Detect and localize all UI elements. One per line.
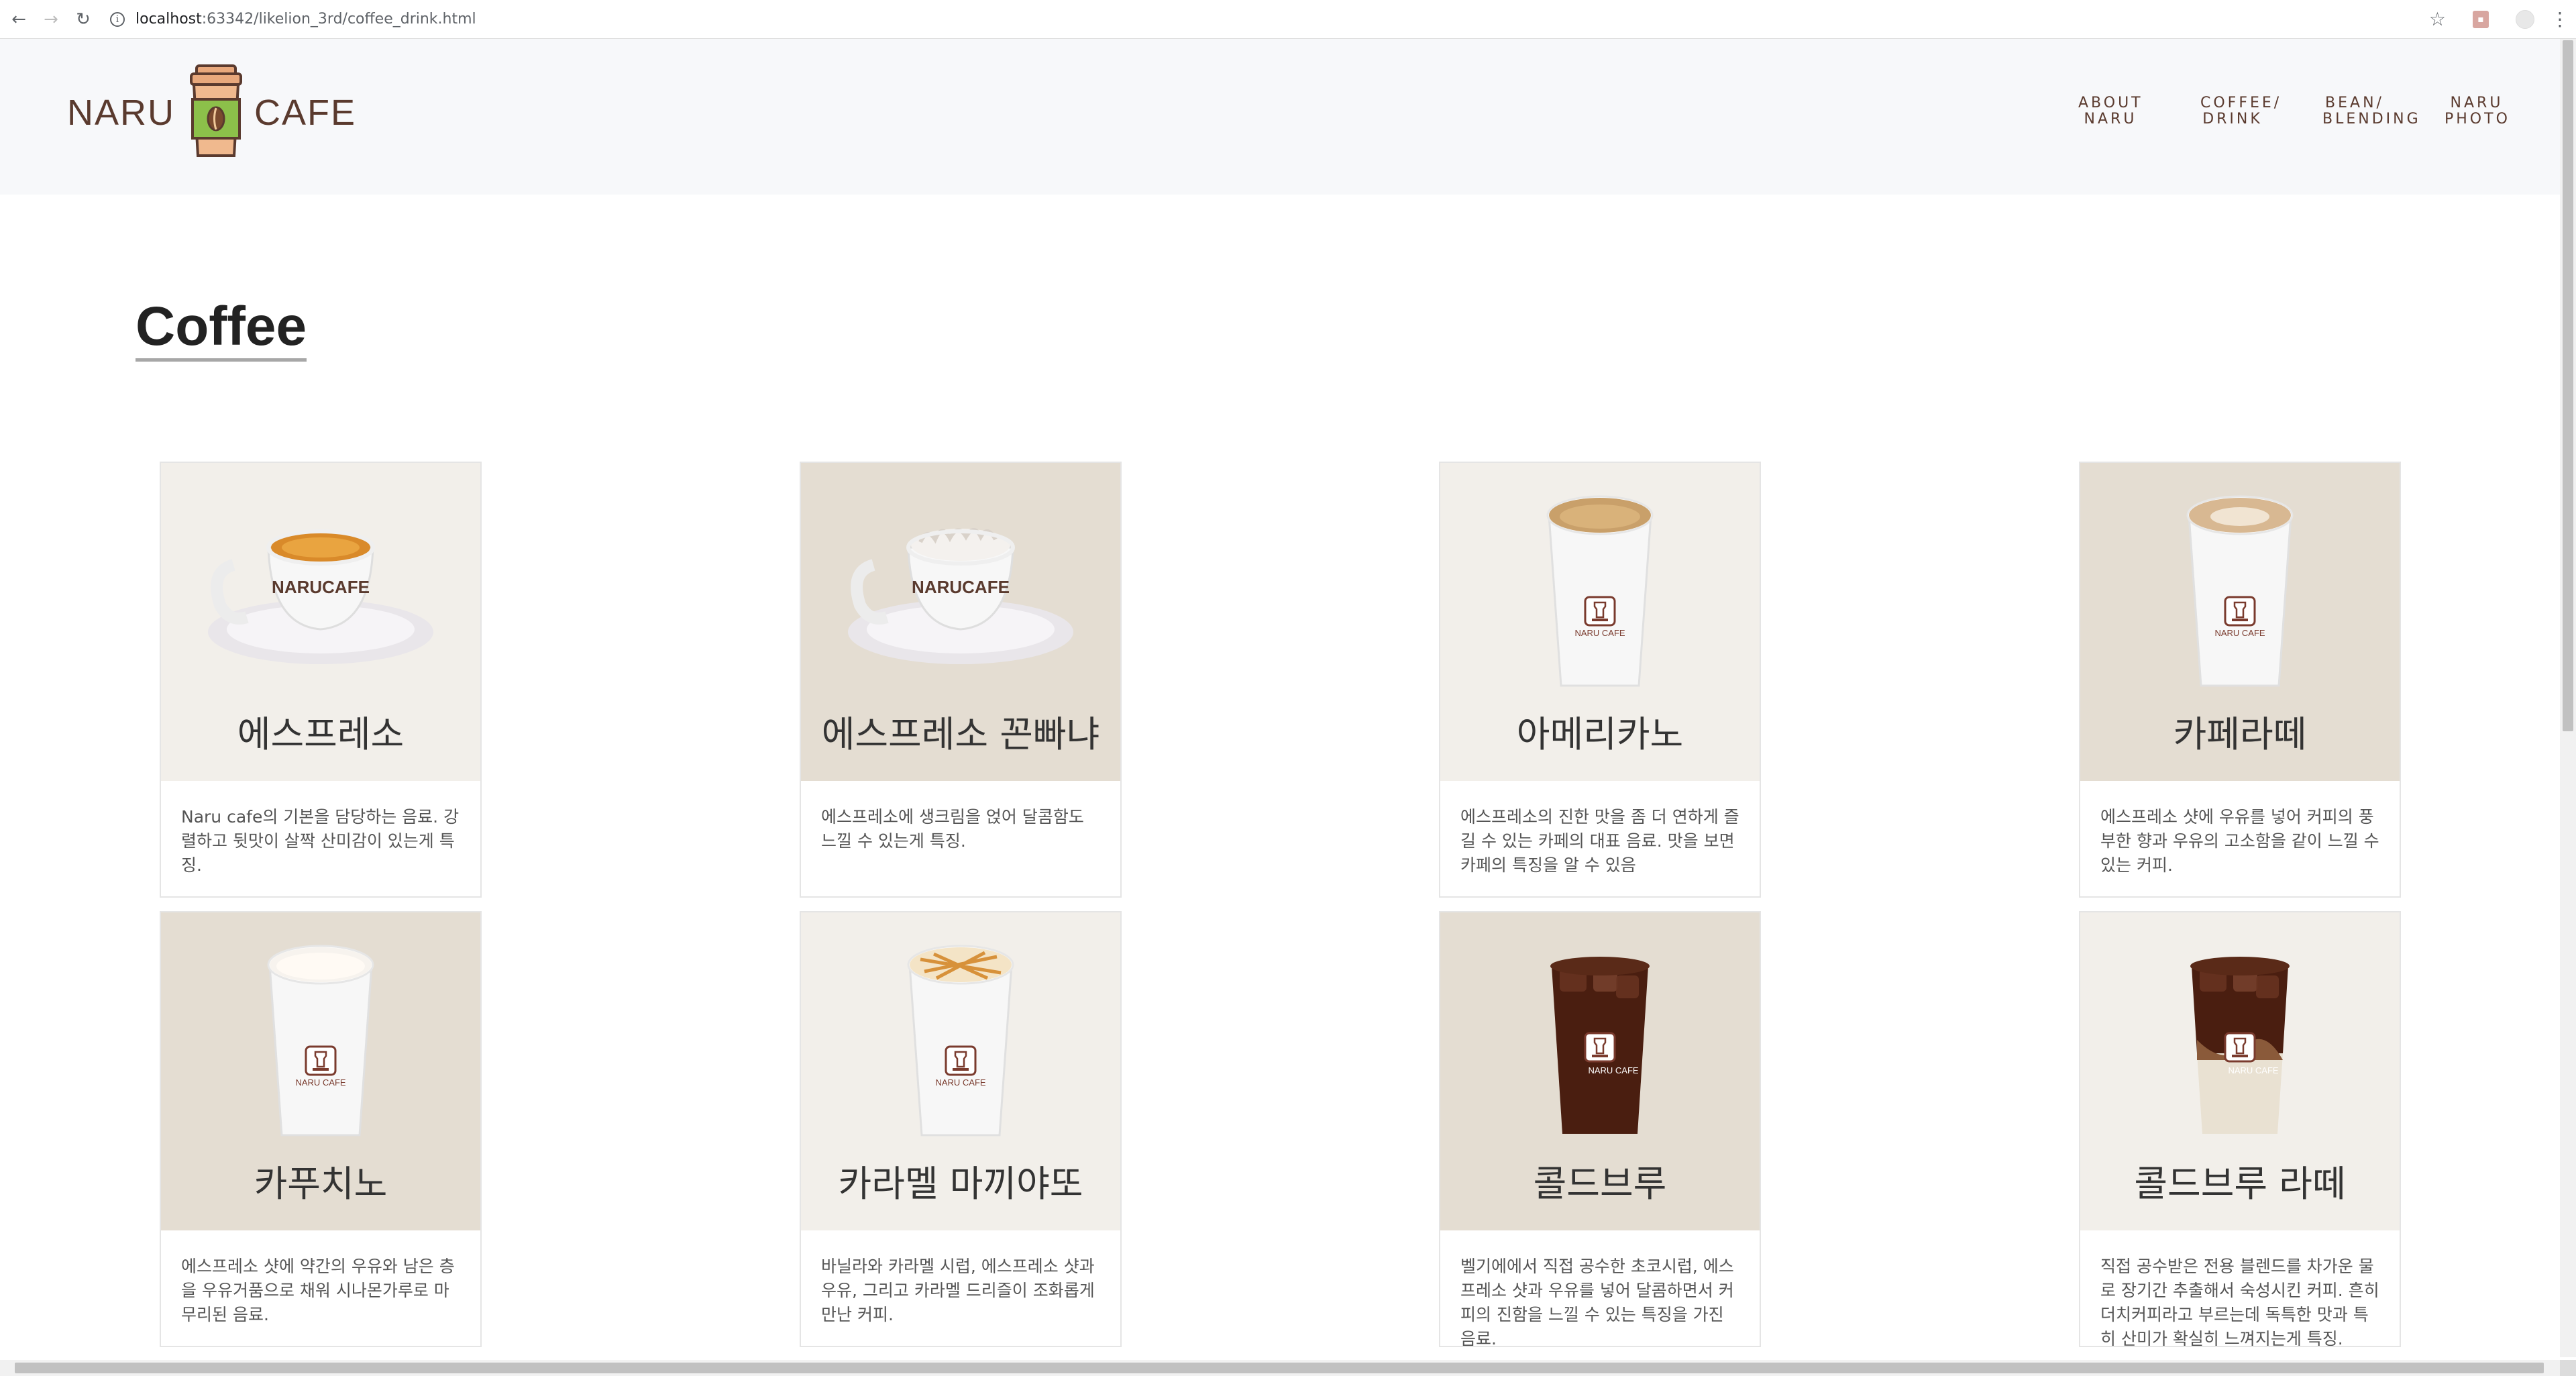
- nav-label-line2: BLENDING: [2322, 111, 2421, 127]
- svg-text:NARU CAFE: NARU CAFE: [295, 1077, 345, 1088]
- card-title: 카푸치노: [254, 1163, 388, 1205]
- nav-coffee-drink[interactable]: COFFEE/DRINK: [2200, 95, 2282, 127]
- card-title: 콜드브루 라떼: [2134, 1163, 2346, 1205]
- menu-card[interactable]: NARU CAFE 카페라떼에스프레소 샷에 우유를 넣어 커피의 풍부한 향과…: [2079, 462, 2401, 898]
- url-path: :63342/likelion_3rd/coffee_drink.html: [201, 11, 476, 28]
- caramel-macchiato-cup-icon: NARU CAFE: [907, 939, 1014, 1143]
- extension-icon[interactable]: ▪: [2473, 10, 2489, 28]
- main-nav: ABOUT NARU COFFEE/DRINK BEAN/BLENDING NAR…: [2021, 95, 2509, 127]
- menu-dots-icon[interactable]: ⋮: [2551, 8, 2569, 30]
- nav-naru-photo[interactable]: NARU PHOTO: [2445, 95, 2509, 127]
- coffee-cup-logo-icon: [187, 64, 245, 161]
- card-title: 에스프레소 꼰빠냐: [821, 713, 1100, 755]
- section-title: Coffee: [136, 295, 307, 362]
- nav-bean-blending[interactable]: BEAN/BLENDING: [2322, 95, 2421, 127]
- menu-card[interactable]: NARUCAFE 에스프레소 Naru cafe의 기본을 담당하는 음료. 강렬…: [160, 462, 482, 898]
- card-description: Naru cafe의 기본을 담당하는 음료. 강렬하고 뒷맛이 살짝 산미감이…: [181, 807, 460, 875]
- cappuccino-cup-icon: NARU CAFE: [267, 939, 374, 1143]
- profile-avatar[interactable]: [2516, 9, 2534, 29]
- card-description: 에스프레소에 생크림을 얹어 달콤함도 느낄 수 있는게 특징.: [821, 807, 1084, 851]
- card-title: 아메리카노: [1516, 713, 1684, 755]
- info-icon[interactable]: i: [110, 11, 125, 27]
- nav-label-line1: COFFEE/: [2200, 95, 2282, 111]
- card-title: 에스프레소: [237, 713, 405, 755]
- svg-text:NARU CAFE: NARU CAFE: [935, 1077, 985, 1088]
- svg-text:NARU CAFE: NARU CAFE: [2228, 1065, 2278, 1075]
- nav-label-line1: NARU: [2450, 95, 2504, 111]
- scrollbar-thumb[interactable]: [2563, 40, 2573, 731]
- site-logo[interactable]: NARU CAFE: [67, 64, 356, 161]
- menu-card[interactable]: NARUCAFE 에스프레소 꼰빠냐에스프레소에 생크림을 얹어 달콤함도 느낄…: [800, 462, 1122, 898]
- card-image-area: NARU CAFE 카페라떼: [2080, 463, 2400, 781]
- horizontal-scrollbar[interactable]: [0, 1360, 2560, 1376]
- nav-label-line1: BEAN/: [2325, 95, 2384, 111]
- url-host: localhost: [136, 11, 202, 28]
- reload-icon[interactable]: ↻: [70, 6, 97, 33]
- logo-text-left: NARU: [67, 93, 176, 133]
- browser-toolbar: ← → ↻ i localhost:63342/likelion_3rd/cof…: [0, 0, 2576, 39]
- svg-text:NARUCAFE: NARUCAFE: [912, 577, 1010, 597]
- menu-card[interactable]: NARU CAFE 아메리카노에스프레소의 진한 맛을 좀 더 연하게 즐길 수…: [1439, 462, 1761, 898]
- nav-about-naru[interactable]: ABOUT NARU: [2078, 95, 2143, 127]
- svg-text:NARU CAFE: NARU CAFE: [1588, 1065, 1638, 1075]
- card-description: 바닐라와 카라멜 시럽, 에스프레소 샷과 우유, 그리고 카라멜 드리즐이 조…: [821, 1257, 1095, 1324]
- card-description: 에스프레소 샷에 약간의 우유와 남은 층을 우유거품으로 채워 시나몬가루로 …: [181, 1257, 455, 1324]
- bookmark-star-icon[interactable]: ☆: [2429, 8, 2446, 30]
- svg-text:NARUCAFE: NARUCAFE: [272, 577, 370, 597]
- espresso-cup-icon: NARUCAFE: [207, 498, 435, 675]
- address-bar[interactable]: i localhost:63342/likelion_3rd/coffee_dr…: [110, 5, 2429, 34]
- scrollbar-corner: [2560, 1360, 2576, 1376]
- card-description: 에스프레소 샷에 우유를 넣어 커피의 풍부한 향과 우유의 고소함을 같이 느…: [2100, 807, 2379, 875]
- americano-cup-icon: NARU CAFE: [1546, 490, 1654, 694]
- menu-card[interactable]: NARU CAFE 콜드브루 라떼직접 공수받은 전용 블렌드를 차가운 물로 …: [2079, 911, 2401, 1347]
- site-header: NARU CAFE ABOUT NARU COFFEE/DRINK BEAN/BL…: [0, 39, 2560, 195]
- card-image-area: NARU CAFE 카푸치노: [161, 912, 480, 1230]
- nav-label-line1: ABOUT: [2078, 95, 2143, 111]
- card-description: 에스프레소의 진한 맛을 좀 더 연하게 즐길 수 있는 카페의 대표 음료. …: [1460, 807, 1739, 875]
- card-image-area: NARUCAFE 에스프레소: [161, 463, 480, 781]
- menu-card[interactable]: NARU CAFE 카라멜 마끼야또바닐라와 카라멜 시럽, 에스프레소 샷과 …: [800, 911, 1122, 1347]
- latte-cup-icon: NARU CAFE: [2186, 490, 2294, 694]
- svg-text:NARU CAFE: NARU CAFE: [1574, 628, 1625, 638]
- card-image-area: NARU CAFE 카라멜 마끼야또: [801, 912, 1120, 1230]
- nav-label-line2: PHOTO: [2445, 111, 2510, 127]
- nav-label-line2: DRINK: [2202, 111, 2263, 127]
- card-description: 벨기에에서 직접 공수한 초코시럽, 에스프레소 샷과 우유를 넣어 달콤하면서…: [1460, 1257, 1734, 1347]
- card-title: 콜드브루: [1533, 1163, 1667, 1205]
- forward-icon[interactable]: →: [38, 6, 64, 33]
- con-panna-cup-icon: NARUCAFE: [847, 498, 1075, 675]
- card-image-area: NARU CAFE 아메리카노: [1440, 463, 1760, 781]
- card-description: 직접 공수받은 전용 블렌드를 차가운 물로 장기간 추출해서 숙성시킨 커피.…: [2100, 1257, 2379, 1347]
- back-icon[interactable]: ←: [5, 6, 32, 33]
- card-image-area: NARUCAFE 에스프레소 꼰빠냐: [801, 463, 1120, 781]
- logo-text-right: CAFE: [254, 93, 357, 133]
- card-title: 카라멜 마끼야또: [838, 1163, 1083, 1205]
- cold-brew-latte-cup-icon: NARU CAFE: [2186, 939, 2294, 1143]
- cold-brew-cup-icon: NARU CAFE: [1546, 939, 1654, 1143]
- menu-card[interactable]: NARU CAFE 콜드브루벨기에에서 직접 공수한 초코시럽, 에스프레소 샷…: [1439, 911, 1761, 1347]
- card-image-area: NARU CAFE 콜드브루 라떼: [2080, 912, 2400, 1230]
- nav-label-line2: NARU: [2084, 111, 2137, 127]
- card-title: 카페라떼: [2173, 713, 2307, 755]
- vertical-scrollbar[interactable]: [2560, 39, 2576, 1357]
- svg-text:NARU CAFE: NARU CAFE: [2214, 628, 2265, 638]
- scrollbar-thumb[interactable]: [15, 1363, 2544, 1373]
- menu-card[interactable]: NARU CAFE 카푸치노에스프레소 샷에 약간의 우유와 남은 층을 우유거…: [160, 911, 482, 1347]
- card-image-area: NARU CAFE 콜드브루: [1440, 912, 1760, 1230]
- url-text[interactable]: localhost:63342/likelion_3rd/coffee_drin…: [136, 11, 476, 28]
